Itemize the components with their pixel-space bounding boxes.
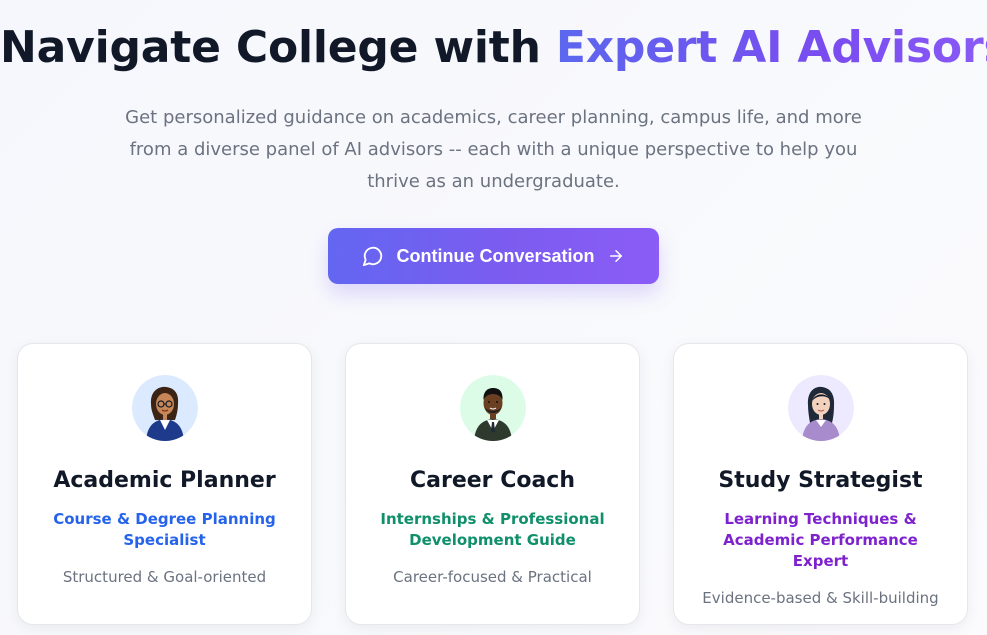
- advisor-cards: Academic Planner Course & Degree Plannin…: [17, 343, 968, 625]
- advisor-title: Career Coach: [410, 468, 575, 493]
- title-accent: Expert AI Advisors: [556, 22, 987, 73]
- title-main: Navigate College with: [0, 22, 556, 73]
- advisor-trait: Structured & Goal-oriented: [62, 568, 267, 586]
- page-title: Navigate College with Expert AI Advisors: [0, 20, 987, 76]
- advisor-card-career-coach[interactable]: Career Coach Internships & Professional …: [345, 343, 640, 625]
- cta-container: Continue Conversation: [0, 228, 987, 284]
- female-strategist-avatar-icon: [787, 375, 854, 441]
- advisor-trait: Evidence-based & Skill-building: [702, 589, 939, 607]
- male-advisor-avatar-icon: [459, 375, 526, 441]
- continue-conversation-label: Continue Conversation: [396, 245, 595, 266]
- advisor-card-academic-planner[interactable]: Academic Planner Course & Degree Plannin…: [17, 343, 312, 625]
- arrow-right-icon: [607, 247, 625, 265]
- female-advisor-avatar-icon: [131, 375, 198, 441]
- advisor-title: Academic Planner: [53, 468, 276, 493]
- advisor-card-study-strategist[interactable]: Study Strategist Learning Techniques & A…: [673, 343, 968, 625]
- chat-bubble-icon: [362, 245, 384, 267]
- continue-conversation-button[interactable]: Continue Conversation: [328, 228, 659, 284]
- advisor-role: Internships & Professional Development G…: [380, 510, 605, 549]
- hero-section: Navigate College with Expert AI Advisors…: [0, 0, 987, 284]
- advisor-role: Course & Degree Planning Specialist: [53, 510, 276, 549]
- advisor-trait: Career-focused & Practical: [393, 568, 592, 586]
- advisor-role: Learning Techniques & Academic Performan…: [723, 510, 918, 570]
- advisor-title: Study Strategist: [718, 468, 923, 493]
- page-subtitle: Get personalized guidance on academics, …: [125, 107, 862, 192]
